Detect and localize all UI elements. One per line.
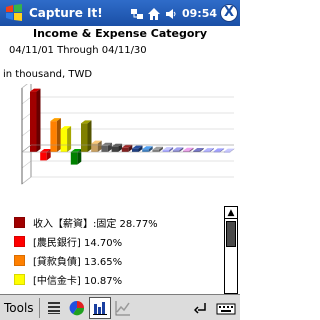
legend-scrollbar[interactable]: ▲: [224, 206, 238, 294]
title-bar: Capture It! 09:54 X: [0, 0, 240, 26]
return-arrow-icon[interactable]: [190, 297, 212, 319]
keyboard-icon[interactable]: [215, 297, 237, 319]
chart-bar: [121, 147, 129, 152]
legend-item: 收入【薪資】:固定 28.77%: [14, 214, 158, 230]
scroll-thumb[interactable]: [226, 221, 236, 247]
chart-bar-side: [56, 118, 61, 152]
legend-item: [中信金卡] 10.87%: [14, 271, 122, 287]
chart-bar: [60, 129, 68, 152]
legend-swatch: [14, 273, 25, 285]
toolbar-right-group: [190, 297, 238, 319]
connectivity-icon[interactable]: [130, 6, 144, 20]
list-icon[interactable]: [43, 297, 65, 319]
chart-side-wall: [21, 84, 32, 185]
bottom-toolbar: Tools: [0, 294, 240, 320]
chart-bar: [142, 149, 149, 152]
clock[interactable]: 09:54: [182, 7, 217, 20]
chart-bar-side: [67, 126, 72, 152]
chart-bar-side: [36, 88, 41, 152]
report-date-range: 04/11/01 Through 04/11/30: [9, 45, 147, 56]
chart-bar: [81, 123, 88, 152]
legend-label: [中信金卡] 10.87%: [33, 275, 123, 287]
system-tray: 09:54 X: [130, 3, 238, 23]
chart-bar: [132, 148, 139, 152]
chart-bar: [50, 121, 57, 152]
legend-label: [貸款負債] 13.65%: [33, 256, 123, 268]
window-title: Capture It!: [29, 6, 103, 20]
chart-bar: [40, 152, 47, 161]
legend-swatch: [14, 216, 25, 228]
unit-label: in thousand, TWD: [3, 69, 93, 80]
tools-menu[interactable]: Tools: [4, 301, 36, 315]
report-title: Income & Expense Category: [32, 27, 208, 40]
chart-gridline: [21, 96, 234, 105]
legend-swatch: [14, 235, 25, 247]
legend-swatch: [14, 254, 25, 266]
chart-bar: [111, 146, 119, 152]
chart-bar: [30, 91, 37, 152]
speaker-icon[interactable]: [164, 6, 178, 20]
close-button[interactable]: X: [220, 4, 238, 22]
home-icon[interactable]: [147, 6, 161, 20]
legend-label: 收入【薪資】:固定 28.77%: [33, 218, 158, 230]
chart-bar: [101, 145, 108, 152]
chart-legend: 收入【薪資】:固定 28.77% [農民銀行] 14.70% [貸款負債] 13.6…: [0, 214, 222, 294]
chart-bar: [70, 152, 78, 165]
scroll-up-arrow-icon[interactable]: ▲: [225, 207, 237, 219]
category-bar-chart: [21, 84, 235, 185]
line-chart-icon[interactable]: [112, 297, 134, 319]
chart-gridline: [21, 84, 28, 89]
windows-start-icon[interactable]: [3, 3, 25, 23]
legend-item: [農民銀行] 14.70%: [14, 233, 122, 249]
legend-item: [貸款負債] 13.65%: [14, 252, 122, 268]
legend-label: [農民銀行] 14.70%: [33, 237, 123, 249]
chart-bar: [152, 149, 159, 152]
chart-gridline: [21, 160, 234, 169]
chart-bar-side: [87, 120, 92, 152]
chart-gridline: [21, 176, 234, 185]
pie-chart-icon[interactable]: [66, 297, 88, 319]
toolbar-separator: [39, 297, 40, 318]
bar-chart-icon[interactable]: [89, 296, 111, 319]
